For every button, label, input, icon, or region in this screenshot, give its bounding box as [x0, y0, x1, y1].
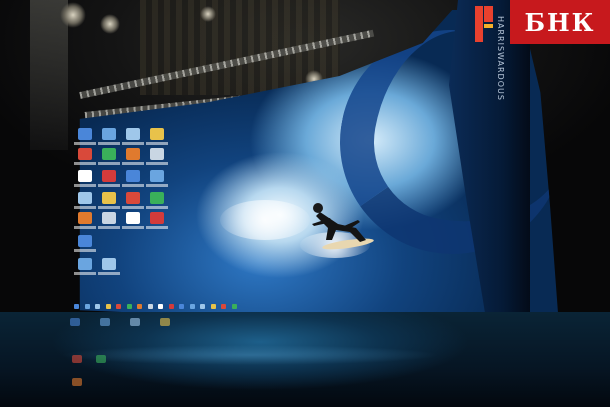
watermark-text: БНК: [524, 7, 596, 37]
desktop-icon-label: [122, 206, 144, 209]
wave-spray: [220, 200, 310, 240]
desktop-icon-label: [146, 226, 168, 229]
stage-lamp: [100, 14, 120, 34]
desktop-icon-label: [98, 226, 120, 229]
desktop-icon-label: [122, 184, 144, 187]
desktop-icon-label: [146, 162, 168, 165]
watermark-badge: БНК: [510, 0, 610, 44]
taskbar-icon: [137, 304, 142, 309]
photo-scene: HARRISWARDOUS БНК: [0, 0, 610, 407]
desktop-icon-label: [74, 184, 96, 187]
desktop-icon-label: [74, 226, 96, 229]
app-icon: [102, 148, 116, 160]
video-icon: [150, 212, 164, 224]
chrome-icon: [78, 148, 92, 160]
app-icon: [150, 192, 164, 204]
desktop-icon-label: [146, 142, 168, 145]
taskbar-icon: [168, 304, 174, 309]
media-icon: [78, 212, 92, 224]
computer-icon: [126, 170, 140, 182]
stage-lamp: [60, 2, 86, 28]
recycle-bin-icon: [102, 258, 116, 270]
taskbar-icon: [189, 304, 195, 309]
computer-icon: [78, 128, 92, 140]
settings-icon: [102, 212, 116, 224]
desktop-icon-label: [98, 162, 120, 165]
taskbar-icon: [158, 304, 163, 309]
network-icon: [150, 170, 164, 182]
desktop-icon-label: [74, 206, 96, 209]
desktop-icon-label: [98, 184, 120, 187]
desktop-icon-label: [74, 142, 96, 145]
desktop-icon-label: [146, 184, 168, 187]
taskbar-icon: [147, 304, 153, 309]
desktop-icon-label: [122, 162, 144, 165]
surfer-figure: [312, 203, 374, 250]
recycle-bin-icon: [78, 192, 92, 204]
icon-reflection: [96, 355, 106, 363]
document-icon: [78, 170, 92, 182]
taskbar-icon: [210, 304, 216, 309]
desktop-icon-label: [98, 142, 120, 145]
taskbar-icon: [105, 304, 111, 309]
icon-reflection: [160, 318, 170, 326]
media-icon: [126, 148, 140, 160]
chrome-icon: [126, 192, 140, 204]
taskbar-icon: [200, 304, 205, 309]
desktop-icon-label: [98, 272, 120, 275]
taskbar-icon: [231, 304, 237, 309]
video-icon: [102, 170, 116, 182]
icon-reflection: [72, 355, 82, 363]
screen-vertical-caption: HARRISWARDOUS: [496, 16, 505, 101]
taskbar-icon: [221, 304, 226, 309]
icon-reflection: [72, 378, 82, 386]
taskbar-icon: [179, 304, 184, 309]
taskbar-icon: [116, 304, 121, 309]
folder-icon: [150, 128, 164, 140]
network-icon: [78, 258, 92, 270]
network-icon: [102, 128, 116, 140]
icon-reflection: [70, 318, 80, 326]
desktop-icon-label: [74, 162, 96, 165]
taskbar-icon: [126, 304, 132, 309]
desktop-icon-label: [146, 206, 168, 209]
taskbar-icon: [95, 304, 100, 309]
icon-reflection: [130, 318, 140, 326]
icon-reflection: [100, 318, 110, 326]
desktop-icon-label: [74, 249, 96, 252]
taskbar-icon: [74, 304, 79, 309]
floor-glint: [60, 345, 440, 365]
taskbar-icon: [84, 304, 90, 309]
desktop-icon-label: [98, 206, 120, 209]
computer-icon: [78, 235, 92, 247]
folder-icon: [102, 192, 116, 204]
settings-icon: [150, 148, 164, 160]
document-icon: [126, 212, 140, 224]
stage-lamp: [200, 6, 216, 22]
corner-logo-icon: [475, 6, 493, 42]
desktop-icon-label: [74, 272, 96, 275]
desktop-icon-label: [122, 142, 144, 145]
recycle-bin-icon: [126, 128, 140, 140]
desktop-icon-label: [122, 226, 144, 229]
